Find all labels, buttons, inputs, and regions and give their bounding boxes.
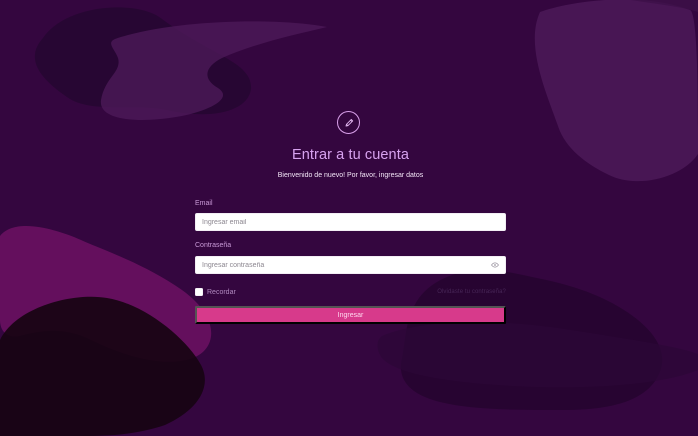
email-field[interactable] (195, 213, 506, 231)
top-right-blob (534, 0, 698, 182)
password-label: Contraseña (195, 242, 232, 249)
remember-option[interactable]: Recordar (195, 288, 236, 296)
login-page: Entrar a tu cuenta Bienvenido de nuevo! … (0, 0, 698, 436)
login-button[interactable]: Ingresar (195, 306, 506, 324)
login-card: Entrar a tu cuenta Bienvenido de nuevo! … (195, 110, 506, 330)
password-input[interactable] (202, 261, 482, 269)
page-title: Entrar a tu cuenta (291, 147, 410, 163)
email-input[interactable] (202, 218, 482, 226)
password-field[interactable] (195, 256, 506, 274)
email-label: Email (195, 200, 213, 207)
pencil-icon (345, 118, 353, 126)
eye-icon[interactable] (491, 262, 499, 268)
forgot-password-link[interactable]: Olvidaste tu contraseña? (437, 289, 506, 295)
logo-badge (337, 111, 360, 134)
remember-checkbox[interactable] (195, 288, 203, 296)
page-subtitle: Bienvenido de nuevo! Por favor, ingresar… (277, 172, 424, 179)
remember-label: Recordar (207, 288, 236, 296)
